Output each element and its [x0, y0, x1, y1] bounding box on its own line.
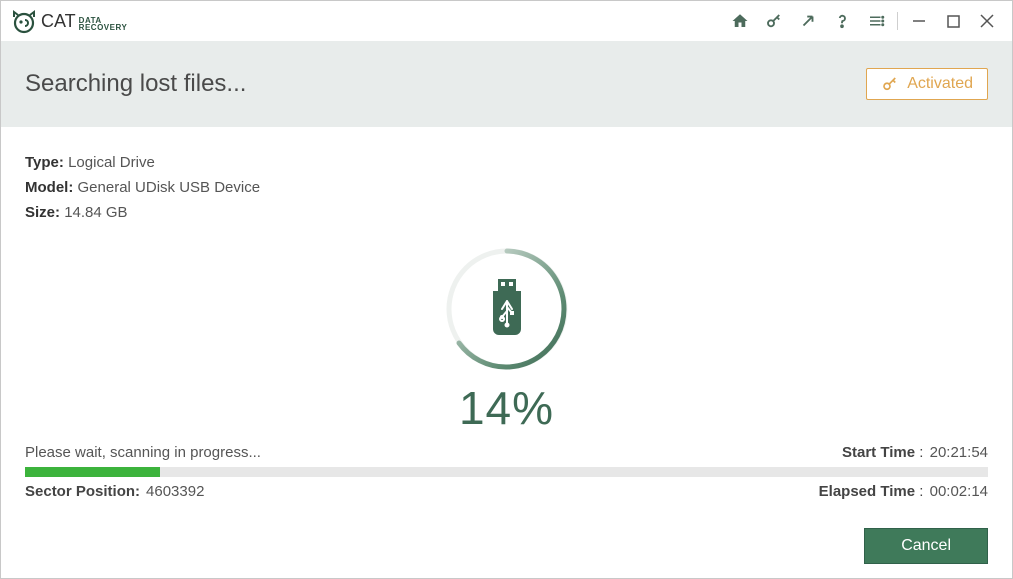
type-label: Type:	[25, 154, 64, 171]
minimize-button[interactable]	[902, 4, 936, 38]
size-value: 14.84 GB	[64, 204, 127, 221]
page-title: Searching lost files...	[25, 70, 246, 98]
progress-percent: 14%	[459, 381, 554, 435]
elapsed-time: Elapsed Time : 00:02:14	[819, 483, 988, 500]
key-button[interactable]	[757, 4, 791, 38]
titlebar-icons	[723, 4, 1004, 38]
cancel-button[interactable]: Cancel	[864, 528, 988, 564]
start-time: Start Time : 20:21:54	[842, 444, 988, 461]
minimize-icon	[912, 14, 926, 28]
menu-button[interactable]	[859, 4, 893, 38]
help-button[interactable]	[825, 4, 859, 38]
type-value: Logical Drive	[68, 154, 155, 171]
footer: Cancel	[864, 528, 988, 564]
model-label: Model:	[25, 179, 73, 196]
maximize-icon	[947, 15, 960, 28]
logo-text-sub2: RECOVERY	[79, 24, 128, 31]
app-logo: CAT DATA RECOVERY	[11, 8, 127, 34]
progress-spinner	[441, 243, 573, 375]
activated-button[interactable]: Activated	[866, 68, 988, 100]
content-area: Type: Logical Drive Model: General UDisk…	[1, 127, 1012, 578]
maximize-button[interactable]	[936, 4, 970, 38]
home-icon	[731, 12, 749, 30]
model-value: General UDisk USB Device	[78, 179, 261, 196]
header: Searching lost files... Activated	[1, 41, 1012, 127]
help-icon	[833, 12, 851, 30]
wait-text: Please wait, scanning in progress...	[25, 444, 261, 461]
key-icon	[765, 12, 783, 30]
sector-position: Sector Position: 4603392	[25, 483, 204, 500]
elapsed-value: 00:02:14	[930, 483, 988, 500]
share-icon	[799, 12, 817, 30]
progress-center: 14%	[441, 243, 573, 435]
progress-bar	[25, 467, 988, 477]
sector-label: Sector Position:	[25, 483, 140, 500]
progress-bar-fill	[25, 467, 160, 477]
logo-text-main: CAT	[41, 11, 76, 32]
share-button[interactable]	[791, 4, 825, 38]
drive-info: Type: Logical Drive Model: General UDisk…	[25, 151, 988, 225]
start-time-label: Start Time	[842, 444, 915, 461]
usb-icon	[485, 279, 529, 339]
elapsed-label: Elapsed Time	[819, 483, 915, 500]
start-time-value: 20:21:54	[930, 444, 988, 461]
sector-value: 4603392	[146, 483, 204, 500]
menu-icon	[867, 12, 885, 30]
close-button[interactable]	[970, 4, 1004, 38]
progress-area: Please wait, scanning in progress... Sta…	[25, 444, 988, 500]
titlebar-separator	[897, 12, 898, 30]
cat-logo-icon	[11, 8, 37, 34]
app-window: CAT DATA RECOVERY	[0, 0, 1013, 579]
titlebar: CAT DATA RECOVERY	[1, 1, 1012, 41]
home-button[interactable]	[723, 4, 757, 38]
size-label: Size:	[25, 204, 60, 221]
key-icon	[881, 75, 899, 93]
close-icon	[980, 14, 994, 28]
activated-label: Activated	[907, 75, 973, 93]
